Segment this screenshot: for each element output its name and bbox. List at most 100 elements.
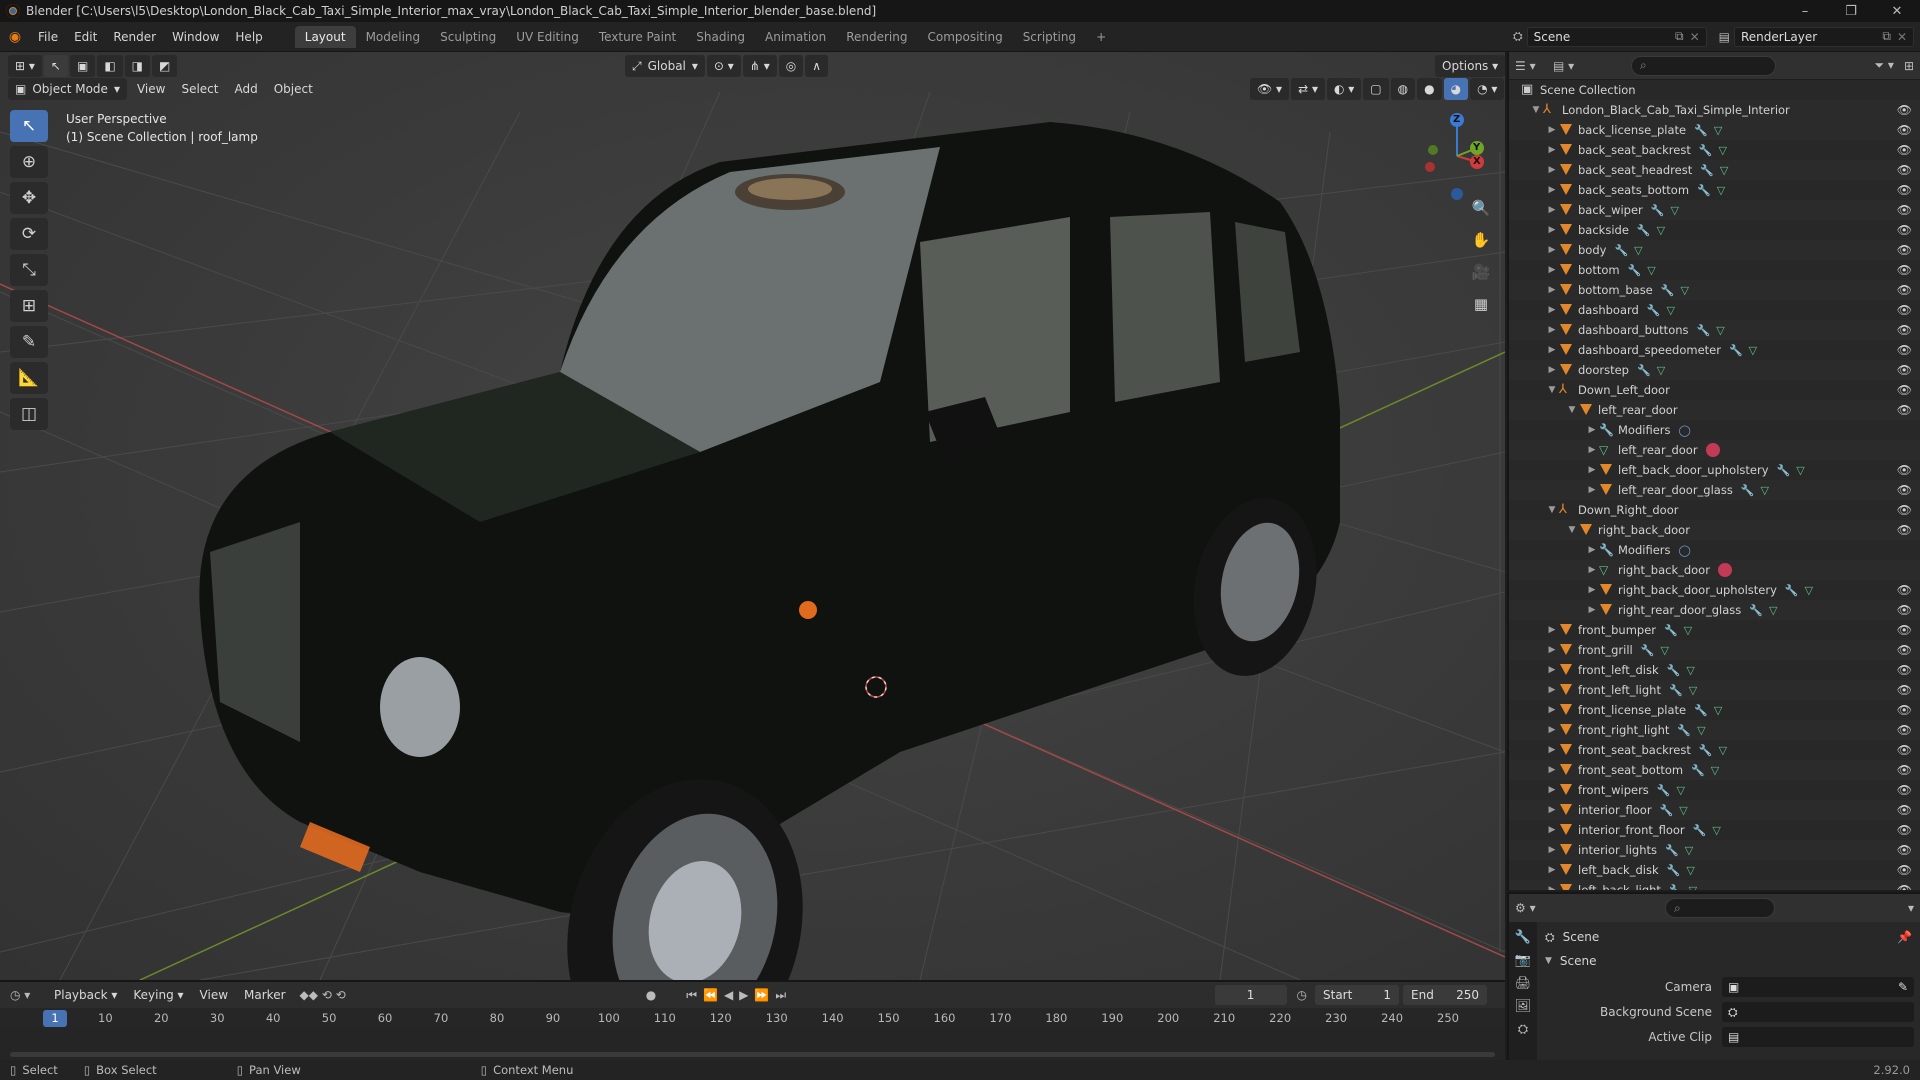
modifier-wrench-icon[interactable]: 🔧 [1669,684,1683,697]
outliner-row[interactable]: ▶ back_wiper 🔧 ▽ 👁 [1509,200,1920,220]
tab-uv-editing[interactable]: UV Editing [506,26,589,48]
display-mode-icon[interactable]: ▤ ▾ [1553,59,1591,73]
outliner-row[interactable]: ▶ left_rear_door_glass 🔧 ▽ 👁 [1509,480,1920,500]
mesh-data-icon[interactable]: ▽ [1634,244,1642,257]
tool-tab-icon[interactable]: 🔧 [1515,930,1531,945]
visibility-eye-icon[interactable]: 👁 [1897,763,1912,777]
annotate-tool-icon[interactable]: ✎ [10,326,48,358]
pin-icon[interactable]: 📌 [1897,930,1912,944]
transform-orientation[interactable]: ⤢ Global ▾ [625,55,705,77]
outliner-row[interactable]: ▶ front_seat_backrest 🔧 ▽ 👁 [1509,740,1920,760]
proportional-edit-icon[interactable]: ◎ [778,55,804,77]
outliner-row[interactable]: ▶ right_rear_door_glass 🔧 ▽ 👁 [1509,600,1920,620]
visibility-eye-icon[interactable]: 👁 [1897,483,1912,497]
visibility-eye-icon[interactable]: 👁 [1897,883,1912,890]
outliner-row[interactable]: ▶ front_left_disk 🔧 ▽ 👁 [1509,660,1920,680]
expand-arrow-icon[interactable]: ▶ [1545,205,1559,215]
expand-arrow-icon[interactable]: ▶ [1545,225,1559,235]
visibility-eye-icon[interactable]: 👁 [1897,863,1912,877]
expand-arrow-icon[interactable]: ▶ [1585,545,1599,555]
active-clip-field[interactable]: ▤ [1722,1027,1914,1047]
visibility-eye-icon[interactable]: 👁 [1897,823,1912,837]
properties-options-icon[interactable]: ▾ [1908,901,1914,915]
timeline-menu-playback[interactable]: Playback ▾ [46,984,125,1006]
outliner-row[interactable]: ▶ front_right_light 🔧 ▽ 👁 [1509,720,1920,740]
mesh-data-icon[interactable]: ▽ [1796,464,1804,477]
new-renderlayer-icon[interactable]: ⧉ [1882,29,1891,44]
modifier-wrench-icon[interactable]: 🔧 [1641,644,1655,657]
outliner-row[interactable]: ▶ back_seats_bottom 🔧 ▽ 👁 [1509,180,1920,200]
use-preview-range-icon[interactable]: ◷ [1297,988,1307,1002]
visibility-eye-icon[interactable]: 👁 [1897,203,1912,217]
modifier-wrench-icon[interactable]: 🔧 [1637,364,1651,377]
mesh-data-icon[interactable]: ▽ [1679,804,1687,817]
menu-render[interactable]: Render [105,26,164,48]
visibility-eye-icon[interactable]: 👁 [1897,803,1912,817]
mesh-data-icon[interactable]: ▽ [1657,224,1665,237]
background-scene-field[interactable]: ⛭ [1722,1002,1914,1022]
expand-arrow-icon[interactable]: ▶ [1545,305,1559,315]
render-tab-icon[interactable]: 📷 [1515,953,1531,968]
mesh-data-icon[interactable]: ▽ [1686,664,1694,677]
timeline-ruler[interactable]: 1 10 20 30 40 50 60 70 80 90 100 110 120 130 140 150 16… [0,1008,1505,1028]
falloff-icon[interactable]: ∧ [805,55,829,77]
shading-material-icon[interactable]: ◕ [1443,78,1469,100]
outliner-row[interactable]: ▶ dashboard 🔧 ▽ 👁 [1509,300,1920,320]
select-mode-new-icon[interactable]: ▣ [69,55,96,77]
outliner-row[interactable]: ▶ left_back_disk 🔧 ▽ 👁 [1509,860,1920,880]
outliner-row[interactable]: ▶ ▽ right_back_door [1509,560,1920,580]
expand-arrow-icon[interactable]: ▶ [1545,665,1559,675]
visibility-eye-icon[interactable]: 👁 [1897,263,1912,277]
filter-icon[interactable]: ⏷ ▾ [1874,58,1893,73]
properties-editor-icon[interactable]: ⚙ ▾ [1515,901,1555,915]
material-icon[interactable] [1705,443,1720,457]
mesh-data-icon[interactable]: ▽ [1684,624,1692,637]
expand-arrow-icon[interactable]: ▶ [1585,585,1599,595]
outliner-editor-icon[interactable]: ☰ ▾ [1515,59,1553,73]
mesh-data-icon[interactable]: ▽ [1671,204,1679,217]
timeline-menu-keying[interactable]: Keying ▾ [125,984,191,1006]
modifier-wrench-icon[interactable]: 🔧 [1657,784,1671,797]
expand-arrow-icon[interactable]: ▶ [1545,145,1559,155]
tab-sculpting[interactable]: Sculpting [430,26,506,48]
snap-icon[interactable]: ⋔ ▾ [742,55,777,77]
menu-file[interactable]: File [30,26,66,48]
viewport-menu-add[interactable]: Add [226,78,265,100]
mesh-data-icon[interactable]: ▽ [1716,324,1724,337]
outliner-search-input[interactable]: ⌕ [1631,55,1776,76]
expand-arrow-icon[interactable]: ▶ [1545,825,1559,835]
modifier-wrench-icon[interactable]: 🔧 [1651,204,1665,217]
timeline-menu-view[interactable]: View [192,984,236,1006]
shading-rendered-icon[interactable]: ◔ ▾ [1470,78,1505,100]
mesh-data-icon[interactable]: ▽ [1720,164,1728,177]
add-cube-tool-icon[interactable]: ◫ [10,398,48,430]
outliner-row[interactable]: ▶ left_back_light 🔧 ▽ 👁 [1509,880,1920,890]
visibility-eye-icon[interactable]: 👁 [1897,503,1912,517]
outliner-row[interactable]: ▶ bottom 🔧 ▽ 👁 [1509,260,1920,280]
material-icon[interactable] [1717,563,1732,577]
modifier-wrench-icon[interactable]: 🔧 [1637,224,1651,237]
tab-scripting[interactable]: Scripting [1013,26,1086,48]
modifier-wrench-icon[interactable]: 🔧 [1677,724,1691,737]
panel-collapse-icon[interactable]: ▼ [1545,956,1552,966]
pan-hand-icon[interactable]: ✋ [1468,227,1494,253]
eyedropper-icon[interactable]: ✎ [1898,980,1908,994]
visibility-eye-icon[interactable]: 👁 [1897,323,1912,337]
modifier-wrench-icon[interactable]: 🔧 [1700,164,1714,177]
outliner-row[interactable]: ▶ body 🔧 ▽ 👁 [1509,240,1920,260]
ortho-grid-icon[interactable]: ▦ [1468,291,1494,317]
zoom-icon[interactable]: 🔍 [1468,195,1494,221]
outliner-row[interactable]: ▶ backside 🔧 ▽ 👁 [1509,220,1920,240]
visibility-eye-icon[interactable]: 👁 [1897,663,1912,677]
outliner-row[interactable]: ▶ front_grill 🔧 ▽ 👁 [1509,640,1920,660]
visibility-eye-icon[interactable]: 👁 [1897,143,1912,157]
expand-arrow-icon[interactable]: ▶ [1585,425,1599,435]
3d-viewport[interactable]: Z X Y User Perspective (1) Scene Collect… [0,52,1505,980]
maximize-button[interactable]: ❐ [1828,0,1874,22]
timeline-editor-icon[interactable]: ◷ ▾ [10,988,46,1002]
visibility-eye-icon[interactable]: 👁 [1897,403,1912,417]
modifier-wrench-icon[interactable]: 🔧 [1665,844,1679,857]
outliner-row[interactable]: ▼ right_back_door 👁 [1509,520,1920,540]
outliner-row[interactable]: ▶ dashboard_buttons 🔧 ▽ 👁 [1509,320,1920,340]
move-tool-icon[interactable]: ✥ [10,182,48,214]
